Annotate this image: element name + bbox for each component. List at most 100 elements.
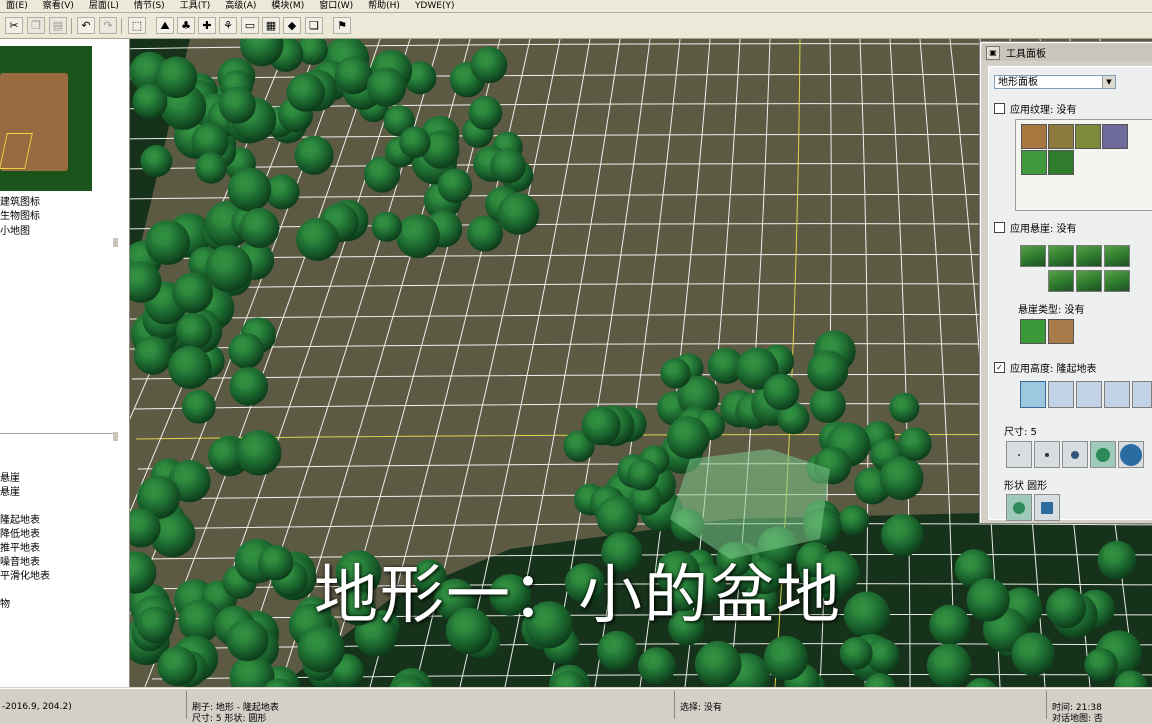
tree-doodad[interactable] bbox=[898, 427, 932, 461]
tree-doodad[interactable] bbox=[966, 578, 1010, 622]
menu-view[interactable]: 察看(V) bbox=[37, 0, 83, 12]
object-editor-icon[interactable]: ◆ bbox=[283, 17, 301, 34]
test-map-icon[interactable]: ⚑ bbox=[333, 17, 351, 34]
tree-doodad[interactable] bbox=[437, 168, 473, 203]
tree-doodad[interactable] bbox=[1084, 648, 1118, 682]
size-4-button[interactable] bbox=[1090, 441, 1116, 468]
tree-doodad[interactable] bbox=[295, 217, 340, 261]
tree-doodad[interactable] bbox=[157, 646, 198, 687]
cliff-deep-water-icon[interactable] bbox=[1104, 270, 1130, 292]
cut-icon[interactable]: ✂ bbox=[5, 17, 23, 34]
brush-list-item[interactable]: 噪音地表 bbox=[0, 553, 40, 568]
import-icon[interactable]: ❏ bbox=[305, 17, 323, 34]
redo-icon[interactable]: ↷ bbox=[99, 17, 117, 34]
tree-doodad[interactable] bbox=[236, 430, 282, 476]
tool-palette-titlebar[interactable]: ▣ 工具面板 bbox=[982, 44, 1152, 61]
apply-height-checkbox[interactable]: ✓ 应用高度: 隆起地表 bbox=[994, 360, 1097, 375]
tree-doodad[interactable] bbox=[168, 345, 212, 390]
cliff-type-dirt[interactable] bbox=[1048, 319, 1074, 344]
doodad-palette-icon[interactable]: ♣ bbox=[177, 17, 195, 34]
tree-doodad[interactable] bbox=[660, 358, 691, 389]
tree-doodad[interactable] bbox=[926, 643, 972, 687]
terrain-palette-icon[interactable]: ⛰ bbox=[156, 17, 174, 34]
tree-doodad[interactable] bbox=[763, 636, 809, 681]
brush-list-item[interactable]: 推平地表 bbox=[0, 539, 40, 554]
tree-doodad[interactable] bbox=[371, 211, 402, 242]
brush-list-item[interactable]: 物 bbox=[0, 595, 10, 610]
texture-rough-dirt[interactable] bbox=[1048, 124, 1074, 149]
brush-list-item[interactable]: 降低地表 bbox=[0, 525, 40, 540]
tree-doodad[interactable] bbox=[366, 67, 407, 107]
minimap[interactable] bbox=[0, 46, 92, 191]
scrollbar-handle[interactable] bbox=[113, 238, 118, 247]
tree-doodad[interactable] bbox=[497, 192, 540, 235]
texture-grass[interactable] bbox=[1021, 150, 1047, 175]
lower-terrain-icon[interactable] bbox=[1048, 381, 1074, 408]
tree-doodad[interactable] bbox=[294, 135, 334, 175]
menu-tools[interactable]: 工具(T) bbox=[174, 0, 220, 12]
tree-doodad[interactable] bbox=[399, 126, 431, 159]
tree-doodad[interactable] bbox=[218, 86, 256, 124]
texture-dirt[interactable] bbox=[1021, 124, 1047, 149]
tree-doodad[interactable] bbox=[133, 336, 173, 375]
tree-doodad[interactable] bbox=[809, 386, 846, 423]
menu-ydwe[interactable]: YDWE(Y) bbox=[409, 0, 464, 12]
brush-list-item[interactable]: 悬崖 bbox=[0, 483, 20, 498]
tree-doodad[interactable] bbox=[1045, 587, 1087, 629]
tree-doodad[interactable] bbox=[597, 630, 638, 671]
texture-rock[interactable] bbox=[1102, 124, 1128, 149]
shape-square-button[interactable] bbox=[1034, 494, 1060, 521]
tree-doodad[interactable] bbox=[395, 214, 440, 259]
tree-doodad[interactable] bbox=[839, 636, 873, 670]
paste-icon[interactable]: ▤ bbox=[49, 17, 67, 34]
brush-list-item[interactable]: 隆起地表 bbox=[0, 511, 40, 526]
tree-doodad[interactable] bbox=[929, 604, 970, 646]
cliff-water-icon[interactable] bbox=[1104, 245, 1130, 267]
raise-terrain-icon[interactable] bbox=[1020, 381, 1046, 408]
shape-circle-button[interactable] bbox=[1006, 494, 1032, 521]
tree-doodad[interactable] bbox=[195, 152, 227, 184]
item-palette-icon[interactable]: ⚘ bbox=[219, 17, 237, 34]
trigger-editor-icon[interactable]: ▦ bbox=[262, 17, 280, 34]
tree-doodad[interactable] bbox=[239, 208, 280, 249]
texture-grassy-dirt[interactable] bbox=[1075, 124, 1101, 149]
tree-doodad[interactable] bbox=[807, 350, 849, 392]
size-3-button[interactable] bbox=[1062, 441, 1088, 468]
brush-list-item[interactable]: 平滑化地表 bbox=[0, 567, 50, 582]
cliff-level-icon[interactable] bbox=[1076, 245, 1102, 267]
cliff-ramp-icon[interactable] bbox=[1048, 270, 1074, 292]
tree-doodad[interactable] bbox=[140, 145, 173, 178]
palette-select[interactable]: 地形面板 ▼ bbox=[994, 75, 1116, 89]
menu-scenario[interactable]: 情节(S) bbox=[128, 0, 174, 12]
tree-doodad[interactable] bbox=[666, 416, 710, 459]
tree-doodad[interactable] bbox=[763, 373, 800, 410]
menu-window[interactable]: 窗口(W) bbox=[313, 0, 362, 12]
tree-doodad[interactable] bbox=[638, 647, 676, 685]
tree-doodad[interactable] bbox=[172, 272, 214, 314]
cliff-lower-icon[interactable] bbox=[1048, 245, 1074, 267]
tree-doodad[interactable] bbox=[490, 148, 526, 184]
undo-icon[interactable]: ↶ bbox=[77, 17, 95, 34]
size-2-button[interactable] bbox=[1034, 441, 1060, 468]
cliff-type-grass[interactable] bbox=[1020, 319, 1046, 344]
cliff-raise-icon[interactable] bbox=[1020, 245, 1046, 267]
region-palette-icon[interactable]: ▭ bbox=[241, 17, 259, 34]
toggle-creature-icons[interactable]: 生物图标 bbox=[0, 207, 40, 222]
tree-doodad[interactable] bbox=[879, 456, 924, 501]
tree-doodad[interactable] bbox=[175, 313, 213, 350]
tree-doodad[interactable] bbox=[155, 56, 198, 99]
scrollbar-handle-lower[interactable] bbox=[113, 432, 118, 441]
tree-doodad[interactable] bbox=[1097, 540, 1137, 580]
brush-list-item[interactable]: 悬崖 bbox=[0, 469, 20, 484]
menu-edit[interactable]: 面(E) bbox=[0, 0, 37, 12]
noise-terrain-icon[interactable] bbox=[1104, 381, 1130, 408]
toggle-building-icons[interactable]: 建筑图标 bbox=[0, 193, 40, 208]
tree-doodad[interactable] bbox=[181, 389, 216, 424]
cliff-shallow-water-icon[interactable] bbox=[1076, 270, 1102, 292]
menu-module[interactable]: 模块(M) bbox=[265, 0, 313, 12]
tree-doodad[interactable] bbox=[228, 332, 264, 369]
tree-doodad[interactable] bbox=[964, 678, 999, 687]
plateau-terrain-icon[interactable] bbox=[1076, 381, 1102, 408]
tree-doodad[interactable] bbox=[581, 406, 621, 446]
tree-doodad[interactable] bbox=[468, 95, 503, 130]
